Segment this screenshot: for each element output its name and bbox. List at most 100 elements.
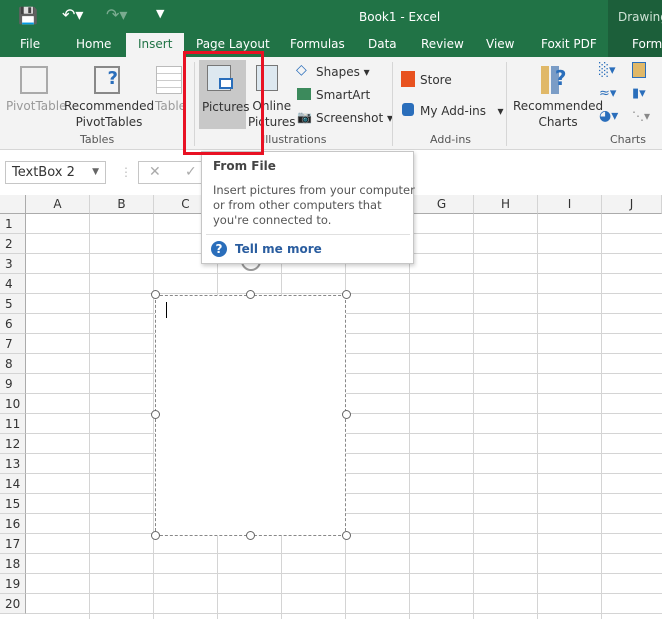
gridline (26, 573, 662, 574)
line-chart-icon[interactable]: ≈▾ (599, 86, 616, 101)
row-header[interactable]: 11 (0, 414, 26, 434)
column-header[interactable]: I (538, 195, 602, 214)
column-chart-icon[interactable]: ░▾ (599, 63, 616, 78)
row-header[interactable]: 13 (0, 454, 26, 474)
tab-foxit-pdf[interactable]: Foxit PDF (541, 37, 597, 51)
chevron-down-icon[interactable]: ▼ (92, 167, 99, 177)
resize-handle[interactable] (151, 410, 160, 419)
column-header[interactable]: G (410, 195, 474, 214)
column-header[interactable]: J (602, 195, 662, 214)
label: Recommended (64, 99, 155, 113)
recommended-charts-button[interactable]: Recommended Charts (513, 98, 603, 130)
row-header[interactable]: 15 (0, 494, 26, 514)
resize-handle[interactable] (246, 290, 255, 299)
row-header[interactable]: 20 (0, 594, 26, 614)
tab-insert[interactable]: Insert (126, 33, 185, 57)
screenshot-button[interactable]: Screenshot ▾ (316, 110, 393, 126)
group-label-illustrations: Illustrations (262, 133, 327, 146)
column-header[interactable]: A (26, 195, 90, 214)
cancel-icon[interactable]: ✕ (149, 164, 161, 180)
row-header[interactable]: 16 (0, 514, 26, 534)
store-button[interactable]: Store (420, 72, 452, 88)
row-header[interactable]: 4 (0, 274, 26, 294)
tab-data[interactable]: Data (368, 37, 397, 51)
label: Shapes (316, 65, 360, 79)
label: Charts (538, 115, 578, 129)
textbox-2[interactable] (155, 295, 346, 536)
group-label-charts: Charts (610, 133, 646, 146)
tab-review[interactable]: Review (421, 37, 464, 51)
text: or from other computers that (213, 198, 382, 212)
tab-file[interactable]: File (20, 37, 40, 51)
tab-view[interactable]: View (486, 37, 514, 51)
recommended-pivottables-button[interactable]: Recommended PivotTables (64, 98, 154, 130)
tooltip-description: Insert pictures from your computer or fro… (213, 183, 415, 228)
label: My Add-ins (420, 104, 487, 118)
shapes-button[interactable]: Shapes ▾ (316, 64, 370, 80)
text-cursor (166, 302, 167, 318)
gridline (26, 553, 662, 554)
store-icon (401, 71, 415, 87)
undo-icon[interactable]: ↶▾ (62, 5, 83, 24)
my-addins-button[interactable]: My Add-ins ▾ (420, 103, 504, 119)
gridline (26, 613, 662, 614)
group-label-tables: Tables (80, 133, 115, 146)
select-all-button[interactable] (0, 195, 26, 214)
tell-me-more-link[interactable]: Tell me more (235, 242, 322, 256)
row-header[interactable]: 3 (0, 254, 26, 274)
text: you're connected to. (213, 213, 332, 227)
resize-handle[interactable] (342, 290, 351, 299)
row-header[interactable]: 10 (0, 394, 26, 414)
divider (506, 62, 507, 146)
tab-format[interactable]: Forma (632, 37, 662, 51)
row-header[interactable]: 12 (0, 434, 26, 454)
scatter-chart-icon[interactable]: ⋱▾ (632, 109, 650, 123)
customize-qat-icon[interactable]: ▼ (156, 7, 164, 20)
row-header[interactable]: 9 (0, 374, 26, 394)
table-icon (156, 66, 182, 94)
resize-handle[interactable] (151, 290, 160, 299)
resize-handle[interactable] (246, 531, 255, 540)
window-title: Book1 - Excel (359, 10, 441, 24)
highlight-box (183, 51, 264, 155)
resize-handle[interactable] (342, 410, 351, 419)
row-header[interactable]: 8 (0, 354, 26, 374)
name-box[interactable]: TextBox 2 ▼ (5, 161, 106, 184)
hierarchy-chart-icon[interactable] (632, 62, 646, 78)
shapes-icon: ◇ (296, 62, 307, 78)
row-header[interactable]: 19 (0, 574, 26, 594)
recommended-charts-icon: ? (541, 66, 569, 94)
gridline (26, 273, 662, 274)
resize-handle[interactable] (151, 531, 160, 540)
screenshot-icon: 📷 (297, 110, 312, 124)
row-header[interactable]: 6 (0, 314, 26, 334)
smartart-button[interactable]: SmartArt (316, 87, 370, 103)
row-header[interactable]: 7 (0, 334, 26, 354)
row-header[interactable]: 5 (0, 294, 26, 314)
label: Recommended (513, 99, 604, 113)
column-header[interactable]: H (474, 195, 538, 214)
gridline (89, 214, 90, 619)
tab-formulas[interactable]: Formulas (290, 37, 345, 51)
row-header[interactable]: 2 (0, 234, 26, 254)
table-button[interactable]: Table (155, 98, 186, 114)
tab-home[interactable]: Home (76, 37, 111, 51)
label: PivotTables (75, 115, 143, 129)
redo-icon[interactable]: ↷▾ (106, 5, 127, 24)
tab-page-layout[interactable]: Page Layout (196, 37, 270, 51)
row-header[interactable]: 1 (0, 214, 26, 234)
enter-icon[interactable]: ✓ (185, 164, 197, 180)
row-header[interactable]: 18 (0, 554, 26, 574)
pie-chart-icon[interactable]: ◕▾ (599, 108, 618, 124)
save-icon[interactable]: 💾 (18, 6, 38, 25)
gridline (26, 593, 662, 594)
divider (206, 234, 410, 235)
resize-handle[interactable] (342, 531, 351, 540)
context-tab-label: Drawing (618, 10, 662, 24)
pivottable-button[interactable]: PivotTable (6, 98, 67, 114)
row-header[interactable]: 14 (0, 474, 26, 494)
statistic-chart-icon[interactable]: ▮▾ (632, 86, 646, 101)
title-bar: 💾 ↶▾ ↷▾ ▼ Book1 - Excel (0, 0, 662, 33)
column-header[interactable]: B (90, 195, 154, 214)
row-header[interactable]: 17 (0, 534, 26, 554)
